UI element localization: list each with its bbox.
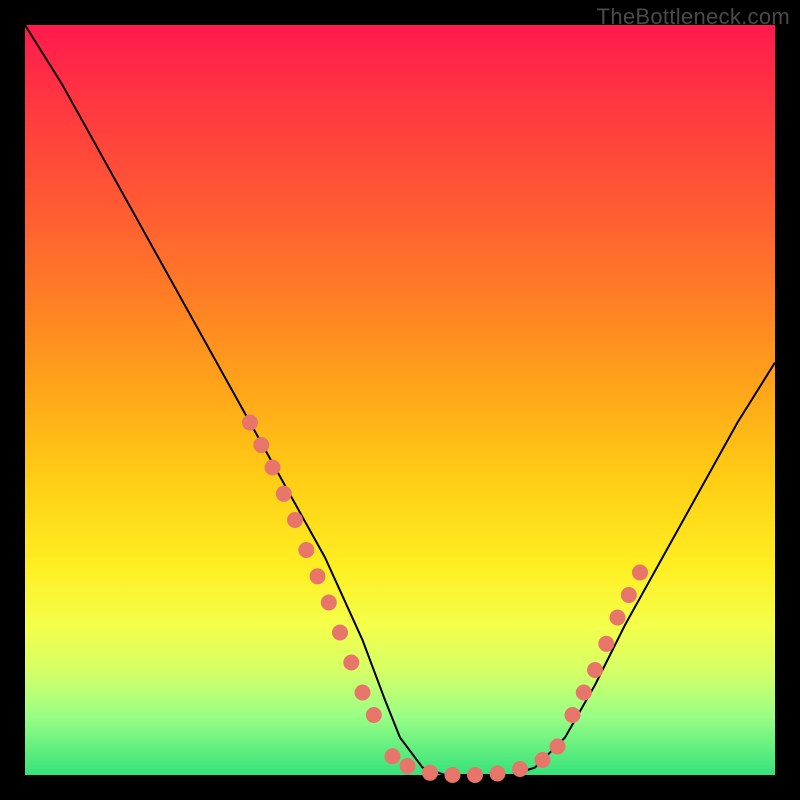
curve-marker — [490, 766, 506, 782]
curve-marker — [253, 437, 269, 453]
curve-marker — [298, 542, 314, 558]
curve-marker — [321, 595, 337, 611]
bottleneck-curve — [25, 25, 775, 775]
curve-marker — [242, 415, 258, 431]
curve-marker — [400, 758, 416, 774]
curve-marker — [385, 748, 401, 764]
curve-marker — [310, 568, 326, 584]
curve-marker — [598, 636, 614, 652]
curve-marker — [576, 685, 592, 701]
curve-marker — [422, 765, 438, 781]
curve-marker — [587, 662, 603, 678]
curve-marker — [445, 767, 461, 783]
curve-marker — [621, 587, 637, 603]
curve-marker — [276, 486, 292, 502]
curve-marker — [265, 460, 281, 476]
curve-markers — [242, 415, 648, 784]
curve-marker — [467, 767, 483, 783]
curve-marker — [565, 707, 581, 723]
chart-frame: TheBottleneck.com — [0, 0, 800, 800]
curve-marker — [332, 625, 348, 641]
curve-marker — [610, 610, 626, 626]
chart-svg — [25, 25, 775, 775]
curve-marker — [343, 655, 359, 671]
curve-marker — [535, 752, 551, 768]
curve-marker — [550, 739, 566, 755]
curve-marker — [366, 707, 382, 723]
plot-area — [25, 25, 775, 775]
curve-marker — [512, 761, 528, 777]
curve-marker — [287, 512, 303, 528]
curve-marker — [632, 565, 648, 581]
curve-marker — [355, 685, 371, 701]
